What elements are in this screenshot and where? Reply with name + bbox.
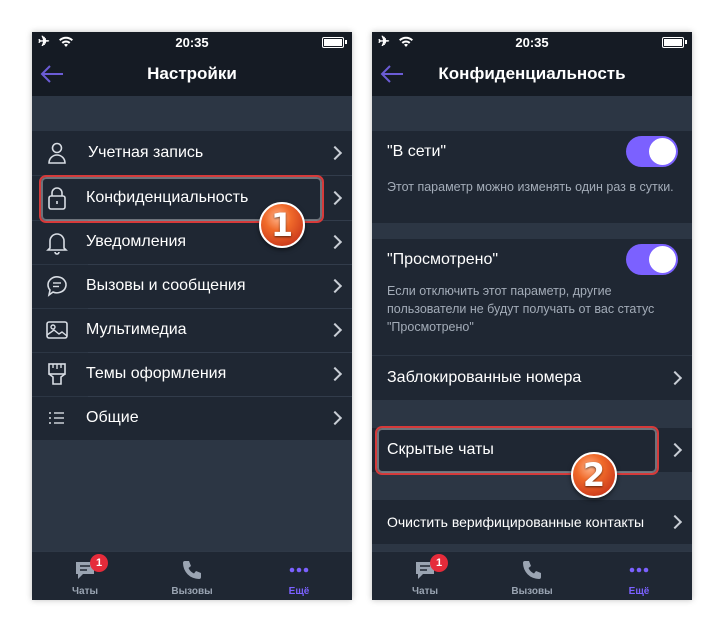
settings-item-label: Вызовы и сообщения [86,277,246,294]
chevron-right-icon [667,514,683,530]
chevron-right-icon [327,190,343,206]
chevron-right-icon [327,366,343,382]
nav-bar: Настройки [32,52,352,96]
status-bar: ✈ 20:35 [32,32,352,52]
brush-icon [48,363,66,385]
status-time: 20:35 [175,35,209,50]
chevron-right-icon [667,442,683,458]
tab-more[interactable]: Ещё [246,552,352,600]
chevron-right-icon [327,322,343,338]
chevron-right-icon [327,145,343,161]
list-icon [49,412,64,424]
battery-icon [322,37,347,48]
phone-icon [523,561,541,579]
bell-icon [46,233,68,255]
unread-badge: 1 [430,554,448,572]
image-icon [46,321,68,339]
chevron-right-icon [327,234,343,250]
tab-chats[interactable]: 1 Чаты [32,552,138,600]
step-marker: 1 [259,202,305,248]
tab-label: Вызовы [171,586,213,597]
tab-label: Ещё [288,586,310,597]
seen-status-label: "Просмотрено" [387,251,499,268]
privacy-screen: ✈ 20:35 Конфиденциальность "В сети" Этот… [372,32,692,600]
status-time: 20:35 [515,35,549,50]
page-title: Конфиденциальность [438,64,626,83]
phone-icon [183,561,201,579]
settings-screen: ✈ 20:35 Настройки Учетная запись Конфиде… [32,32,352,600]
online-status-toggle[interactable] [626,136,678,167]
seen-status-description: Если отключить этот параметр, другие пол… [387,284,655,334]
tab-more[interactable]: Ещё [586,552,692,600]
tab-label: Ещё [628,586,650,597]
more-dots-icon [629,567,649,573]
unread-badge: 1 [90,554,108,572]
battery-icon [662,37,687,48]
settings-item-label: Темы оформления [86,365,227,382]
user-icon [48,142,66,164]
step-marker: 2 [571,452,617,498]
tab-label: Чаты [71,586,99,597]
tab-bar: 1 Чаты Вызовы Ещё [372,551,692,600]
settings-item-media[interactable]: Мультимедиа [32,309,352,352]
more-dots-icon [289,567,309,573]
chevron-right-icon [327,410,343,426]
seen-status-desc-row: Если отключить этот параметр, другие пол… [372,281,692,355]
online-status-label: "В сети" [387,143,447,160]
settings-item-general[interactable]: Общие [32,397,352,440]
tab-bar: 1 Чаты Вызовы Ещё [32,551,352,600]
tab-label: Вызовы [511,586,553,597]
tab-chats[interactable]: 1 Чаты [372,552,478,600]
settings-item-label: Уведомления [86,233,187,250]
status-bar: ✈ 20:35 [372,32,692,52]
tab-label: Чаты [411,586,439,597]
settings-item-calls-messages[interactable]: Вызовы и сообщения [32,265,352,308]
clear-verified-contacts-label: Очистить верифицированные контакты [387,514,645,530]
seen-status-row: "Просмотрено" [372,239,692,281]
nav-bar: Конфиденциальность [372,52,692,96]
online-status-desc-row: Этот параметр можно изменять один раз в … [372,173,692,223]
tab-calls[interactable]: Вызовы [139,552,245,600]
seen-status-toggle[interactable] [626,244,678,275]
online-status-row: "В сети" [372,131,692,173]
blocked-numbers-label: Заблокированные номера [387,369,582,386]
tab-calls[interactable]: Вызовы [479,552,585,600]
settings-item-label: Учетная запись [88,144,204,161]
settings-item-account[interactable]: Учетная запись [32,131,352,175]
clear-verified-contacts-row[interactable]: Очистить верифицированные контакты [372,500,692,544]
blocked-numbers-row[interactable]: Заблокированные номера [372,356,692,400]
settings-item-themes[interactable]: Темы оформления [32,353,352,396]
online-status-description: Этот параметр можно изменять один раз в … [387,180,674,194]
message-icon [47,276,67,297]
settings-item-label: Общие [86,409,139,426]
settings-item-label: Мультимедиа [86,321,187,338]
chevron-right-icon [327,278,343,294]
chevron-right-icon [667,370,683,386]
highlight-box [375,426,659,475]
page-title: Настройки [147,64,237,83]
